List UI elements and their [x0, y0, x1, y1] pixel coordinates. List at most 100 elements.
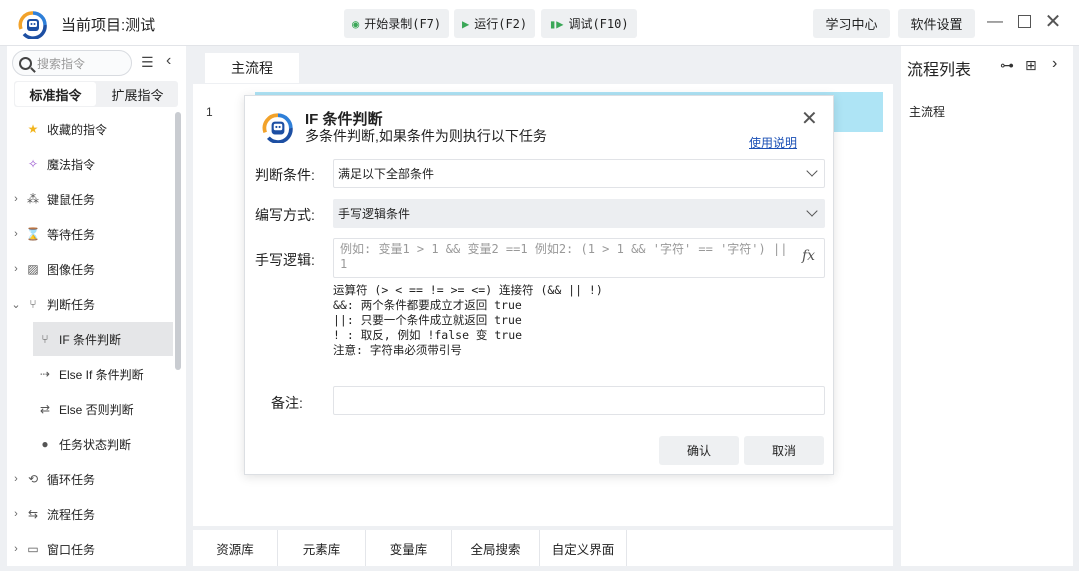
- app-logo-icon: [262, 113, 293, 143]
- search-placeholder: 搜索指令: [37, 56, 86, 71]
- hourglass-icon: ⌛: [25, 227, 41, 241]
- sidebar-scrollbar[interactable]: [175, 112, 181, 370]
- flow-icon: ⇆: [27, 507, 39, 521]
- collapse-panel-icon[interactable]: ›: [1052, 55, 1057, 73]
- sidebar-item-task-status[interactable]: ● 任务状态判断: [7, 427, 173, 461]
- sidebar-item-flow[interactable]: › ⇆ 流程任务: [7, 497, 173, 531]
- logic-input[interactable]: 例如: 变量1 > 1 && 变量2 ==1 例如2: (1 > 1 && '字…: [333, 238, 825, 278]
- sidebar-item-label: Else If 条件判断: [59, 367, 144, 382]
- learning-center-button[interactable]: 学习中心: [813, 9, 890, 38]
- command-tabs: 标准指令 扩展指令: [14, 81, 178, 107]
- check-circle-icon: ●: [41, 437, 49, 451]
- branch-icon: ⑂: [29, 297, 37, 311]
- magic-wand-icon: ✧: [27, 157, 39, 171]
- app-logo-icon: [18, 11, 47, 39]
- sidebar-item-wait[interactable]: › ⌛ 等待任务: [7, 217, 173, 251]
- logic-label: 手写逻辑:: [255, 252, 315, 268]
- chevron-right-icon: ›: [14, 193, 18, 205]
- title-bar: 当前项目:测试 ◉ 开始录制(F7) ▶ 运行(F2) ▮▶ 调试(F10) 学…: [0, 0, 1079, 46]
- star-icon: ★: [27, 122, 39, 136]
- cancel-button[interactable]: 取消: [744, 436, 824, 465]
- debug-play-icon: ▮▶: [549, 16, 564, 31]
- loop-icon: ⟲: [27, 472, 39, 486]
- dialog-subtitle: 多条件判断,如果条件为则执行以下任务: [305, 128, 547, 144]
- sidebar-item-label: 收藏的指令: [47, 122, 108, 137]
- close-icon[interactable]: ✕: [801, 106, 818, 131]
- tab-global-search[interactable]: 全局搜索: [452, 530, 540, 566]
- sidebar-item-favorites[interactable]: ★ 收藏的指令: [7, 112, 173, 146]
- else-icon: ⇄: [39, 402, 51, 416]
- debug-label: 调试(F10): [568, 17, 629, 31]
- window-icon: ▭: [27, 542, 39, 556]
- flow-list-title: 流程列表: [907, 62, 972, 79]
- else-if-icon: ⇢: [39, 367, 51, 381]
- run-button[interactable]: ▶ 运行(F2): [454, 9, 536, 38]
- help-link[interactable]: 使用说明: [749, 134, 797, 151]
- condition-label: 判断条件:: [255, 167, 315, 183]
- sidebar-item-keyboard-mouse[interactable]: › ⁂ 键鼠任务: [7, 182, 173, 216]
- remark-input[interactable]: [333, 386, 825, 415]
- close-icon[interactable]: ✕: [1043, 12, 1063, 32]
- sidebar-item-label: 图像任务: [47, 262, 96, 277]
- chevron-down-icon: ⌄: [11, 298, 21, 311]
- tab-variable-library[interactable]: 变量库: [366, 530, 452, 566]
- help-line: 注意: 字符串必须带引号: [333, 343, 462, 357]
- flow-list-item[interactable]: 主流程: [909, 103, 945, 120]
- tab-custom-interface[interactable]: 自定义界面: [540, 530, 627, 566]
- maximize-icon[interactable]: [1014, 12, 1034, 32]
- chevron-right-icon: ›: [14, 508, 18, 520]
- help-line: ||: 只要一个条件成立就返回 true: [333, 313, 522, 327]
- sidebar-item-judge[interactable]: ⌄ ⑂ 判断任务: [7, 287, 173, 321]
- tab-standard-commands[interactable]: 标准指令: [15, 82, 96, 106]
- branch-icon: ⑂: [41, 332, 49, 346]
- image-icon: ▨: [27, 262, 39, 276]
- sidebar-item-else[interactable]: ⇄ Else 否则判断: [7, 392, 173, 426]
- chevron-right-icon: ›: [14, 228, 18, 240]
- search-input[interactable]: 搜索指令: [12, 50, 132, 76]
- sidebar-item-label: IF 条件判断: [59, 332, 121, 347]
- mode-label: 编写方式:: [255, 207, 315, 223]
- sidebar-item-label: Else 否则判断: [59, 402, 134, 417]
- tab-main-flow[interactable]: 主流程: [205, 53, 299, 83]
- tab-resource-library[interactable]: 资源库: [193, 530, 278, 566]
- add-flow-icon[interactable]: ⊞: [1025, 57, 1037, 74]
- chevron-right-icon: ›: [14, 263, 18, 275]
- line-number: 1: [206, 105, 213, 119]
- sidebar-item-label: 流程任务: [47, 507, 96, 522]
- chevron-down-icon: [806, 165, 818, 177]
- remark-label: 备注:: [271, 395, 303, 411]
- tab-element-library[interactable]: 元素库: [278, 530, 366, 566]
- mouse-click-icon: ⁂: [27, 192, 39, 206]
- help-line: 运算符 (> < == != >= <=) 连接符 (&& || !): [333, 283, 603, 297]
- play-icon: ▶: [462, 16, 470, 31]
- sidebar-item-image[interactable]: › ▨ 图像任务: [7, 252, 173, 286]
- chevron-right-icon: ›: [14, 543, 18, 555]
- confirm-button[interactable]: 确认: [659, 436, 739, 465]
- sidebar-item-else-if[interactable]: ⇢ Else If 条件判断: [7, 357, 173, 391]
- record-icon: ◉: [352, 16, 360, 31]
- sidebar-item-label: 窗口任务: [47, 542, 96, 557]
- help-line: &&: 两个条件都要成立才返回 true: [333, 298, 522, 312]
- tree-icon[interactable]: ⊶: [1000, 57, 1014, 74]
- software-settings-button[interactable]: 软件设置: [898, 9, 975, 38]
- collapse-all-icon[interactable]: ☰: [141, 54, 157, 70]
- tab-extended-commands[interactable]: 扩展指令: [97, 81, 178, 107]
- collapse-sidebar-icon[interactable]: ‹: [166, 52, 171, 70]
- if-condition-dialog: IF 条件判断 多条件判断,如果条件为则执行以下任务 ✕ 使用说明 判断条件: …: [244, 95, 834, 475]
- mode-select[interactable]: 手写逻辑条件: [333, 199, 825, 228]
- sidebar-item-window[interactable]: › ▭ 窗口任务: [7, 532, 173, 566]
- sidebar-item-loop[interactable]: › ⟲ 循环任务: [7, 462, 173, 496]
- sidebar-item-magic[interactable]: ✧ 魔法指令: [7, 147, 173, 181]
- function-icon[interactable]: fx: [802, 248, 815, 264]
- start-record-button[interactable]: ◉ 开始录制(F7): [344, 9, 450, 38]
- chevron-down-icon: [806, 205, 818, 217]
- flow-list-panel: [901, 46, 1073, 566]
- debug-button[interactable]: ▮▶ 调试(F10): [541, 9, 637, 38]
- command-sidebar: 搜索指令 ☰ ‹ 标准指令 扩展指令 ★ 收藏的指令 ✧ 魔法指令 › ⁂ 键鼠…: [7, 46, 186, 566]
- minimize-icon[interactable]: —: [985, 12, 1005, 32]
- condition-select[interactable]: 满足以下全部条件: [333, 159, 825, 188]
- project-title: 当前项目:测试: [61, 17, 156, 34]
- help-line: ! : 取反, 例如 !false 变 true: [333, 328, 523, 342]
- start-record-label: 开始录制(F7): [364, 17, 442, 31]
- sidebar-item-if-condition[interactable]: ⑂ IF 条件判断: [33, 322, 173, 356]
